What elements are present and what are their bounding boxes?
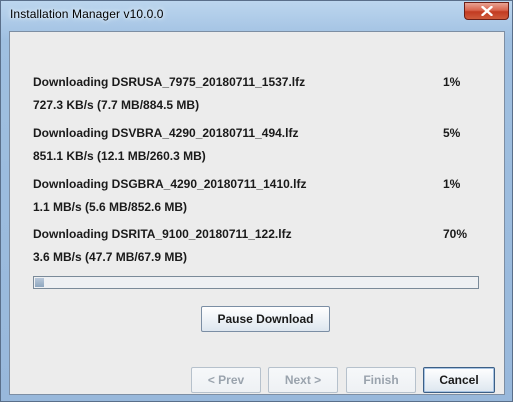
download-4-percent: 70%	[443, 227, 468, 241]
download-3-speed: 1.1 MB/s (5.6 MB/852.6 MB)	[33, 200, 188, 214]
pause-download-button[interactable]: Pause Download	[201, 306, 330, 332]
download-1-label: Downloading DSRUSA_7975_20180711_1537.lf…	[33, 75, 306, 89]
finish-button[interactable]: Finish	[346, 367, 416, 393]
download-1-percent: 1%	[443, 75, 461, 89]
overall-progress-bar	[33, 276, 479, 289]
cancel-button[interactable]: Cancel	[423, 367, 495, 393]
download-2-speed: 851.1 KB/s (12.1 MB/260.3 MB)	[33, 149, 206, 163]
close-button[interactable]	[464, 2, 509, 20]
download-1-speed: 727.3 KB/s (7.7 MB/884.5 MB)	[33, 98, 200, 112]
content-panel: Downloading DSRUSA_7975_20180711_1537.lf…	[9, 31, 505, 395]
overall-progress-fill	[35, 278, 44, 287]
download-3-label: Downloading DSGBRA_4290_20180711_1410.lf…	[33, 177, 307, 191]
download-2-label: Downloading DSVBRA_4290_20180711_494.lfz	[33, 126, 299, 140]
installer-window: Installation Manager v10.0.0 Downloading…	[0, 0, 513, 402]
download-4-label: Downloading DSRITA_9100_20180711_122.lfz	[33, 227, 292, 241]
prev-button[interactable]: < Prev	[191, 367, 261, 393]
next-button[interactable]: Next >	[268, 367, 338, 393]
download-2-percent: 5%	[443, 126, 461, 140]
download-4-speed: 3.6 MB/s (47.7 MB/67.9 MB)	[33, 250, 188, 264]
close-icon	[480, 6, 493, 16]
download-3-percent: 1%	[443, 177, 461, 191]
window-title: Installation Manager v10.0.0	[10, 7, 164, 21]
title-bar[interactable]: Installation Manager v10.0.0	[1, 1, 512, 31]
